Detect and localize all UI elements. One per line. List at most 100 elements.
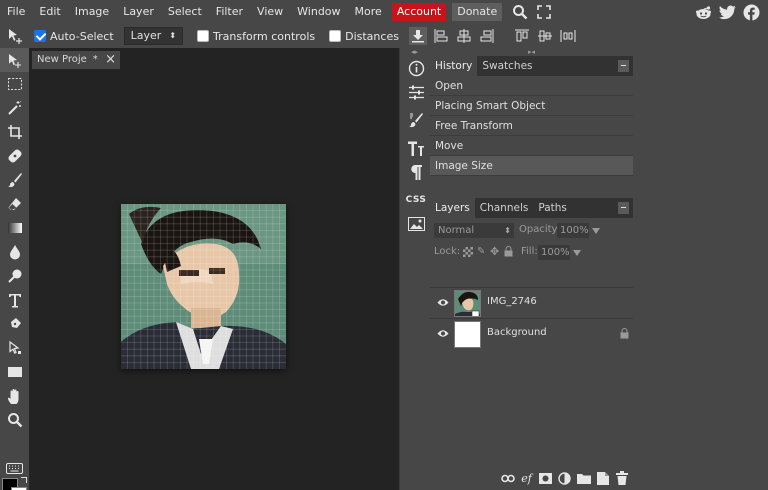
adjustments-button[interactable]: [401, 80, 431, 104]
menu-edit[interactable]: Edit: [32, 0, 67, 24]
facebook-icon[interactable]: [742, 3, 760, 21]
marquee-tool-button[interactable]: [0, 72, 29, 96]
menu-image[interactable]: Image: [68, 0, 116, 24]
paragraph-button[interactable]: [401, 160, 431, 184]
tab-layers[interactable]: Layers: [430, 198, 475, 218]
gradient-tool-button[interactable]: [0, 216, 29, 240]
align-center-h-icon[interactable]: [455, 27, 473, 45]
history-item-placing-smart-object[interactable]: Placing Smart Object: [430, 96, 633, 116]
folder-icon[interactable]: [576, 471, 591, 486]
move-tool-icon[interactable]: [0, 24, 30, 48]
distances-checkbox[interactable]: Distances: [329, 24, 399, 48]
hand-tool-button[interactable]: [0, 384, 29, 408]
layer-name[interactable]: IMG_2746: [487, 296, 537, 307]
blend-mode-select[interactable]: Normal: [434, 223, 514, 238]
image-properties-button[interactable]: [401, 212, 431, 236]
reddit-icon[interactable]: [694, 3, 712, 21]
adjustment-icon[interactable]: [557, 471, 572, 486]
menu-file[interactable]: File: [0, 0, 32, 24]
lock-all-icon[interactable]: [504, 246, 513, 260]
transform-controls-box[interactable]: [197, 30, 210, 42]
menu-layer[interactable]: Layer: [116, 0, 161, 24]
fill-input[interactable]: 100%: [538, 245, 570, 260]
lock-pixels-icon[interactable]: ✎: [477, 246, 485, 257]
dodge-tool-button[interactable]: [0, 264, 29, 288]
chevron-updown-icon: ⬍: [169, 31, 177, 40]
layer-name[interactable]: Background: [487, 327, 547, 338]
layer-row-img-2746[interactable]: IMG_2746: [430, 287, 633, 318]
image-canvas[interactable]: [121, 204, 286, 369]
layer-row-background[interactable]: Background: [430, 318, 633, 349]
align-right-icon[interactable]: [478, 27, 496, 45]
menu-more[interactable]: More: [348, 0, 389, 24]
close-tab-icon[interactable]: ×: [105, 51, 116, 69]
layers-menu-icon[interactable]: [618, 202, 629, 214]
eye-icon[interactable]: [437, 297, 449, 310]
eye-icon[interactable]: [437, 328, 449, 341]
distances-box[interactable]: [329, 30, 342, 42]
move-tool-button[interactable]: [0, 48, 29, 72]
tab-history[interactable]: History: [430, 56, 478, 76]
canvas-workspace[interactable]: New Proje * ×: [29, 48, 399, 490]
mask-icon[interactable]: [538, 471, 553, 486]
donate-button[interactable]: Donate: [452, 3, 503, 21]
opacity-dropdown-icon[interactable]: [592, 228, 600, 234]
history-menu-icon[interactable]: [618, 60, 629, 72]
shape-tool-button[interactable]: [0, 360, 29, 384]
lock-position-icon[interactable]: ✥: [490, 245, 499, 258]
character-button[interactable]: [401, 136, 431, 160]
align-left-icon[interactable]: [432, 27, 450, 45]
opacity-input[interactable]: 100%: [557, 223, 589, 238]
auto-select-box[interactable]: [34, 30, 46, 42]
pilcrow-icon: [411, 164, 422, 180]
path-select-tool-button[interactable]: [0, 336, 29, 360]
new-layer-icon[interactable]: [595, 471, 610, 486]
keyboard-icon[interactable]: [6, 463, 23, 474]
css-button[interactable]: CSS: [401, 188, 431, 212]
history-item-image-size[interactable]: Image Size: [430, 156, 633, 176]
twitter-icon[interactable]: [718, 3, 736, 21]
pen-tool-button[interactable]: [0, 312, 29, 336]
type-tool-button[interactable]: [0, 288, 29, 312]
crop-tool-button[interactable]: [0, 120, 29, 144]
blur-tool-button[interactable]: [0, 240, 29, 264]
menu-select[interactable]: Select: [161, 0, 209, 24]
menu-window[interactable]: Window: [290, 0, 347, 24]
download-icon[interactable]: [408, 27, 427, 45]
info-button[interactable]: [401, 56, 431, 80]
auto-select-target-select[interactable]: Layer ⬍: [123, 27, 184, 45]
brush-tool-button[interactable]: [0, 168, 29, 192]
distribute-icon[interactable]: [559, 27, 577, 45]
account-button[interactable]: Account: [391, 3, 447, 21]
search-icon[interactable]: [511, 3, 529, 21]
history-item-move[interactable]: Move: [430, 136, 633, 156]
zoom-tool-button[interactable]: [0, 408, 29, 432]
link-icon[interactable]: [500, 471, 515, 486]
brush-settings-button[interactable]: [401, 108, 431, 132]
panel-collapse-icon[interactable]: ▸◂: [528, 48, 535, 56]
auto-select-checkbox[interactable]: Auto-Select: [34, 24, 114, 48]
collapse-arrows-icon[interactable]: ◂▸: [411, 48, 418, 56]
history-item-open[interactable]: Open: [430, 76, 633, 96]
align-middle-v-icon[interactable]: [536, 27, 554, 45]
fill-dropdown-icon[interactable]: [573, 250, 581, 256]
tab-paths[interactable]: Paths: [533, 198, 572, 218]
mini-group-2: [401, 108, 431, 132]
history-item-free-transform[interactable]: Free Transform: [430, 116, 633, 136]
swap-colors-icon[interactable]: [21, 477, 27, 483]
eraser-tool-button[interactable]: [0, 192, 29, 216]
tab-swatches[interactable]: Swatches: [477, 56, 537, 76]
document-tab[interactable]: New Proje * ×: [32, 51, 120, 69]
align-top-icon[interactable]: [513, 27, 531, 45]
eraser-icon: [8, 198, 21, 210]
healing-tool-button[interactable]: [0, 144, 29, 168]
fullscreen-icon[interactable]: [535, 3, 553, 21]
magic-wand-tool-button[interactable]: [0, 96, 29, 120]
lock-transparent-icon[interactable]: [463, 247, 473, 257]
tab-channels[interactable]: Channels: [475, 198, 534, 218]
menu-view[interactable]: View: [250, 0, 290, 24]
effects-icon[interactable]: ef: [519, 471, 534, 486]
trash-icon[interactable]: [614, 471, 629, 486]
transform-controls-checkbox[interactable]: Transform controls: [197, 24, 315, 48]
menu-filter[interactable]: Filter: [209, 0, 250, 24]
